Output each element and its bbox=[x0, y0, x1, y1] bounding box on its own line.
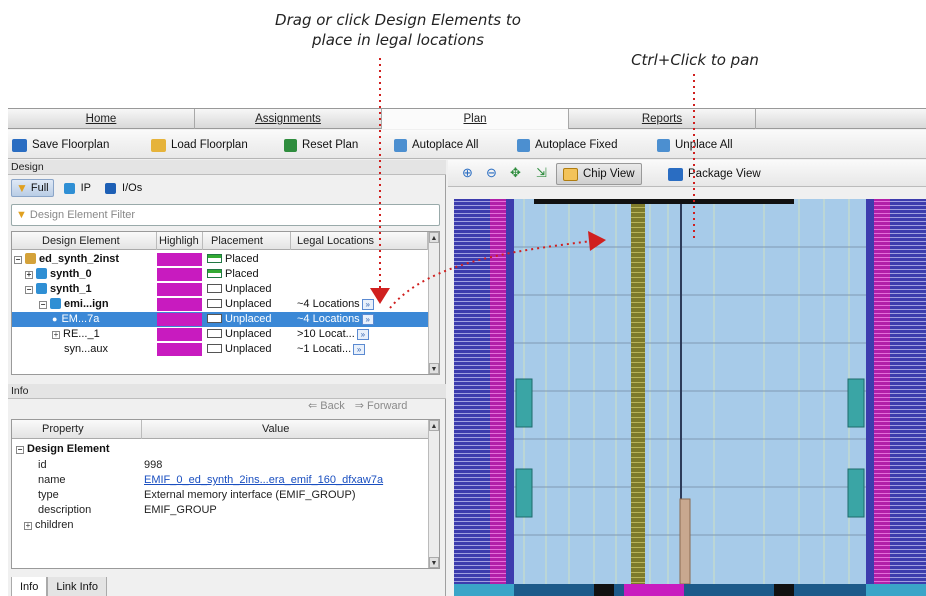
right-arrow-icon bbox=[588, 231, 606, 251]
down-arrow-icon bbox=[370, 288, 390, 304]
annotation-arrows bbox=[370, 58, 695, 309]
